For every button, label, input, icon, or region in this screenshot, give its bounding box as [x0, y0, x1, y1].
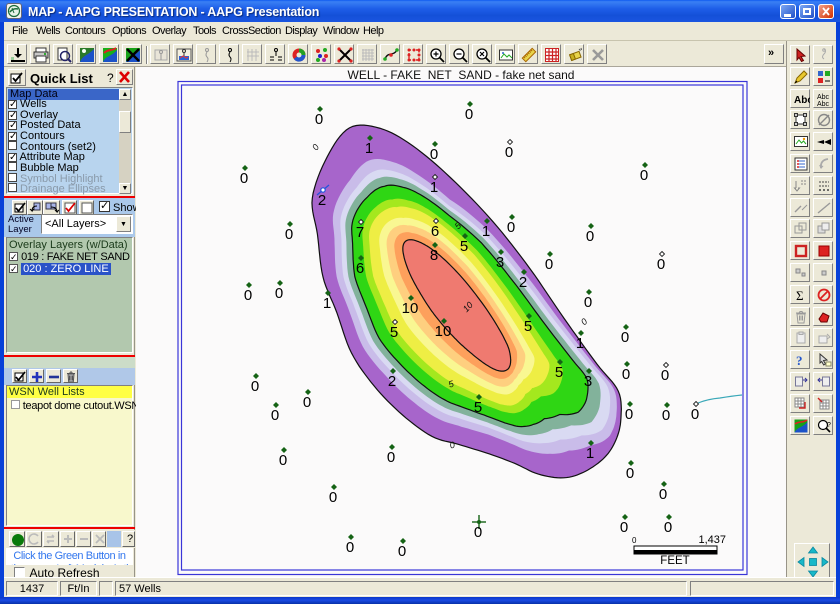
- svg-text:5: 5: [524, 318, 532, 335]
- svg-text:0: 0: [346, 539, 354, 556]
- svg-text:?: ?: [827, 422, 831, 429]
- svg-text:0: 0: [657, 256, 665, 273]
- svg-text:0: 0: [303, 394, 311, 411]
- svg-text:0: 0: [398, 543, 406, 560]
- svg-text:Abc: Abc: [817, 94, 830, 101]
- svg-text:10: 10: [435, 323, 452, 340]
- svg-text:0: 0: [505, 144, 513, 161]
- svg-text:0: 0: [244, 287, 252, 304]
- svg-text:0: 0: [271, 407, 279, 424]
- svg-text:6: 6: [356, 260, 364, 277]
- svg-text:5: 5: [474, 399, 482, 416]
- svg-text:0: 0: [659, 486, 667, 503]
- svg-text:0: 0: [622, 366, 630, 383]
- svg-text:Abc: Abc: [817, 101, 830, 107]
- svg-text:6: 6: [431, 223, 439, 240]
- svg-text:10: 10: [402, 300, 419, 317]
- svg-text:3: 3: [584, 373, 592, 390]
- svg-text:0: 0: [251, 378, 259, 395]
- svg-text:0: 0: [310, 142, 321, 152]
- svg-text:0: 0: [584, 294, 592, 311]
- svg-text:0: 0: [621, 329, 629, 346]
- svg-text:5: 5: [555, 364, 563, 381]
- svg-text:0: 0: [545, 256, 553, 273]
- svg-text:0: 0: [662, 407, 670, 424]
- svg-text:1: 1: [430, 179, 438, 196]
- svg-text:0: 0: [275, 285, 283, 302]
- svg-text:0: 0: [626, 465, 634, 482]
- svg-text:0: 0: [691, 406, 699, 423]
- svg-text:Σ: Σ: [796, 288, 804, 303]
- svg-text:0: 0: [620, 519, 628, 536]
- svg-text:0: 0: [285, 226, 293, 243]
- svg-text:0: 0: [661, 367, 669, 384]
- svg-text:FEET: FEET: [660, 555, 689, 567]
- svg-text:1: 1: [586, 445, 594, 462]
- svg-text:7: 7: [356, 224, 364, 241]
- svg-text:Abc: Abc: [794, 95, 810, 106]
- svg-text:1: 1: [482, 223, 490, 240]
- svg-text:0: 0: [586, 228, 594, 245]
- svg-text:0: 0: [279, 452, 287, 469]
- svg-text:0: 0: [315, 111, 323, 128]
- svg-text:1: 1: [576, 335, 584, 352]
- svg-text:?: ?: [796, 353, 803, 368]
- svg-text:0: 0: [474, 524, 482, 541]
- svg-text:8: 8: [430, 247, 438, 264]
- svg-text:0: 0: [579, 316, 589, 327]
- svg-text:0: 0: [240, 170, 248, 187]
- svg-text:0: 0: [640, 167, 648, 184]
- svg-text:5: 5: [390, 324, 398, 341]
- svg-text:2: 2: [519, 274, 527, 291]
- svg-text:0: 0: [625, 406, 633, 423]
- svg-text:0: 0: [387, 449, 395, 466]
- svg-text:0: 0: [664, 519, 672, 536]
- svg-text:0: 0: [430, 146, 438, 163]
- svg-text:1: 1: [365, 140, 373, 157]
- svg-text:0: 0: [329, 489, 337, 506]
- svg-text:1,437: 1,437: [698, 534, 726, 546]
- svg-text:5: 5: [460, 238, 468, 255]
- svg-text:0: 0: [507, 219, 515, 236]
- svg-text:0: 0: [465, 106, 473, 123]
- svg-text:0: 0: [632, 536, 637, 545]
- svg-text:1: 1: [323, 295, 331, 312]
- svg-text:3: 3: [496, 254, 504, 271]
- svg-text:2: 2: [318, 192, 326, 209]
- svg-text:2: 2: [388, 373, 396, 390]
